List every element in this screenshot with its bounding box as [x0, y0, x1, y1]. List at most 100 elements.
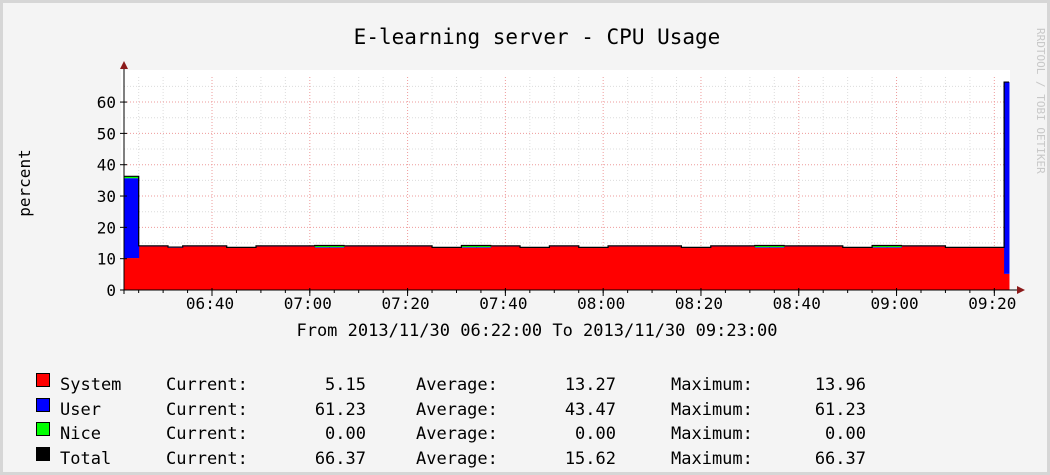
y-tick-label: 60 [97, 93, 116, 112]
y-axis-label: percent [15, 149, 34, 216]
x-tick-label: 08:00 [577, 294, 625, 313]
area-segment-system [637, 246, 653, 290]
area-segment-system [344, 246, 360, 290]
legend-current-label: Current: [166, 399, 248, 420]
legend-average-label: Average: [416, 399, 498, 420]
area-segment-system [300, 246, 316, 290]
x-axis-label: From 2013/11/30 06:22:00 To 2013/11/30 0… [296, 321, 777, 341]
area-segment-system [505, 246, 521, 290]
area-segment-system [285, 246, 301, 290]
y-tick-label: 10 [97, 250, 116, 269]
area-segment-system [622, 246, 638, 290]
area-segment-system [666, 246, 682, 290]
legend-maximum-value: 61.23 [814, 399, 866, 420]
x-axis-arrow [1017, 286, 1025, 294]
legend-current-label: Current: [166, 448, 248, 469]
legend-current-value: 5.15 [325, 375, 366, 395]
area-segment-system [960, 248, 976, 290]
area-segment-system [197, 246, 213, 290]
legend-current-label: Current: [166, 424, 248, 444]
legend-series-name: Nice [60, 424, 101, 444]
area-segment-system [842, 248, 858, 290]
x-tick-label: 07:00 [284, 294, 332, 313]
x-tick-label: 08:20 [675, 294, 723, 313]
area-segment-system [270, 246, 286, 290]
area-segment-system [974, 248, 990, 290]
area-segment-user [476, 247, 492, 248]
x-tick-label: 06:40 [186, 294, 234, 313]
legend-current-label: Current: [166, 375, 248, 395]
area-segment-system [168, 247, 184, 290]
area-segment-system [1004, 273, 1010, 290]
x-tick-label: 09:00 [870, 294, 918, 313]
rrdtool-watermark: RRDTOOL / TOBI OETIKER [1034, 28, 1047, 174]
y-tick-label: 30 [97, 187, 116, 206]
area-segment-user [769, 247, 785, 248]
x-tick-label: 08:40 [773, 294, 821, 313]
area-segment-user [461, 247, 477, 248]
rrd-graph-frame: E-learning server - CPU Usage percent RR… [0, 0, 1050, 475]
legend-average-value: 0.00 [575, 424, 616, 444]
area-segment-user [754, 247, 770, 248]
area-segment-system [241, 248, 257, 290]
area-segment-user [329, 247, 345, 248]
legend-maximum-value: 0.00 [825, 424, 866, 444]
area-segment-system [564, 246, 580, 290]
area-segment-system [153, 246, 169, 290]
area-segment-system [798, 246, 814, 290]
area-segment-system [182, 246, 198, 290]
area-segment-system [417, 246, 433, 290]
x-tick-label: 07:20 [382, 294, 430, 313]
y-axis-arrow [120, 61, 128, 69]
chart-title: E-learning server - CPU Usage [354, 25, 721, 49]
legend-swatch [36, 373, 50, 387]
area-segment-system [373, 246, 389, 290]
legend-current-value: 66.37 [314, 448, 366, 469]
legend-swatch [36, 446, 50, 461]
area-segment-system [578, 248, 594, 290]
area-segment-system [446, 248, 462, 290]
area-segment-user [1004, 82, 1010, 274]
area-segment-system [226, 248, 242, 290]
area-segment-user [314, 247, 330, 248]
area-segment-system [813, 246, 829, 290]
y-tick-label: 20 [97, 218, 116, 237]
area-segment-user [886, 247, 902, 248]
area-segment-system [212, 246, 228, 290]
legend-swatch [36, 397, 50, 412]
area-segment-system [652, 246, 668, 290]
area-segment-system [710, 246, 726, 290]
legend-average-value: 15.62 [564, 448, 616, 469]
area-segment-system [681, 248, 697, 290]
area-segment-system [476, 247, 492, 290]
area-segment-system [329, 247, 345, 290]
y-tick-label: 50 [97, 124, 116, 143]
area-segment-system [534, 248, 550, 290]
area-segment-system [740, 246, 756, 290]
legend-average-label: Average: [416, 375, 498, 395]
area-segment-system [857, 248, 873, 290]
legend-current-value: 0.00 [325, 424, 366, 444]
area-segment-system [402, 246, 418, 290]
area-segment-system [388, 246, 404, 290]
legend-maximum-label: Maximum: [671, 448, 753, 469]
legend-swatch [36, 422, 50, 436]
area-segment-system [696, 248, 712, 290]
area-segment-system [490, 246, 506, 290]
area-segment-system [520, 248, 536, 290]
area-segment-system [989, 248, 1005, 290]
area-segment-system [549, 246, 565, 290]
area-segment-system [930, 246, 946, 290]
area-segment-system [608, 246, 624, 290]
area-segment-system [784, 246, 800, 290]
area-segment-system [432, 248, 448, 290]
x-tick-label: 07:40 [479, 294, 527, 313]
legend-average-label: Average: [416, 424, 498, 444]
x-tick-label: 09:20 [968, 294, 1016, 313]
legend-series-name: Total [60, 448, 112, 469]
legend-maximum-value: 66.37 [814, 448, 866, 469]
area-segment-system [769, 247, 785, 290]
legend-average-value: 13.27 [564, 375, 616, 395]
area-segment-system [314, 247, 330, 290]
area-segment-user [124, 178, 140, 259]
